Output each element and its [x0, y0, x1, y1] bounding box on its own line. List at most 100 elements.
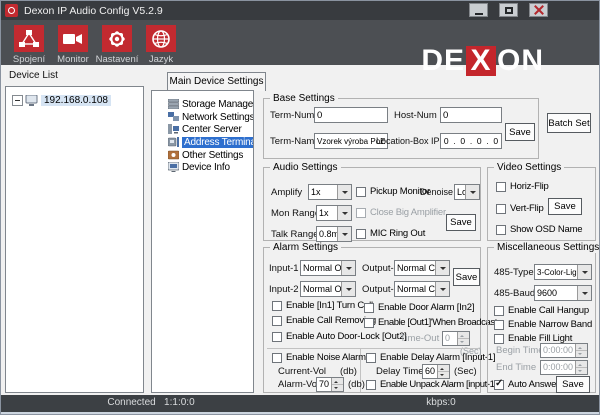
enable-noise-alarm-checkbox[interactable]: Enable Noise Alarm [272, 352, 366, 363]
alarm-save-button[interactable]: Save [453, 268, 480, 286]
chevron-down-icon[interactable] [337, 227, 351, 241]
toolbar-button-monitor[interactable]: Monitor [51, 20, 95, 65]
checkbox-box[interactable] [272, 316, 282, 326]
enable-unpack-alarm-checkbox[interactable]: Enable Unpack Alarm [input-1] [366, 379, 497, 390]
audio-save-button[interactable]: Save [446, 214, 476, 231]
checkbox-box[interactable] [272, 301, 282, 311]
audio-settings-group: Audio Settings Amplify 1x Mon Range 1x T… [263, 167, 481, 241]
tree-item-address-terminal-settings[interactable]: Address Terminal Settings [152, 136, 253, 148]
other-settings-icon [168, 150, 179, 160]
toolbar-label: Spojení [13, 54, 45, 65]
checkbox-box[interactable] [364, 318, 374, 328]
output2-select[interactable]: Normal Close [394, 281, 450, 297]
485-type-select[interactable]: 3-Color-Light [534, 264, 592, 280]
delay-time-spinner[interactable]: 60 [422, 364, 450, 379]
video-settings-group: Video Settings Horiz-Flip Vert-Flip Save… [487, 167, 596, 241]
chevron-down-icon[interactable] [435, 261, 449, 275]
chevron-down-icon[interactable] [337, 185, 351, 199]
tree-item-other-settings[interactable]: Other Settings [152, 149, 253, 161]
close-button[interactable] [529, 3, 548, 17]
mon-range-select[interactable]: 1x [316, 205, 352, 221]
denoise-select[interactable]: Low [454, 184, 480, 200]
checkbox-box[interactable] [496, 204, 506, 214]
batch-set-button[interactable]: Batch Set [547, 113, 591, 133]
enable-narrow-band-checkbox[interactable]: Enable Narrow Band [494, 319, 592, 330]
device-ip[interactable]: 192.168.0.108 [41, 95, 111, 106]
location-box-ip-input[interactable] [440, 133, 502, 149]
toolbar-button-connection[interactable]: Spojení [7, 20, 51, 65]
chevron-down-icon[interactable] [341, 261, 355, 275]
alarm-settings-group: Alarm Settings Input-1 Normal Open Outpu… [263, 247, 481, 393]
spinner-arrows-icon [457, 332, 469, 345]
device-tree-item[interactable]: 192.168.0.108 [12, 95, 111, 106]
enable-auto-door-lock-checkbox[interactable]: Enable Auto Door-Lock [Out2] [272, 331, 407, 342]
alarm-vol-spinner[interactable]: 70 [316, 377, 344, 392]
output1-select[interactable]: Normal Close [394, 260, 450, 276]
checkbox-box[interactable] [356, 187, 366, 197]
vert-flip-checkbox[interactable]: Vert-Flip [496, 203, 544, 214]
video-save-button[interactable]: Save [548, 198, 582, 215]
tree-item-device-info[interactable]: Device Info [152, 161, 253, 173]
collapse-icon[interactable] [12, 95, 23, 106]
chevron-down-icon[interactable] [465, 185, 479, 199]
chevron-down-icon[interactable] [337, 206, 351, 220]
talk-range-select[interactable]: 0.8m [316, 226, 352, 242]
chevron-down-icon[interactable] [341, 282, 355, 296]
enable-out1-broadcast-checkbox[interactable]: Enable [Out1]'When Broadcast [364, 317, 497, 328]
maximize-button[interactable] [499, 3, 518, 17]
auto-answer-checkbox[interactable]: Auto Answer [494, 379, 559, 390]
checkbox-box[interactable] [496, 225, 506, 235]
toolbar-button-language[interactable]: Jazyk [139, 20, 183, 65]
checkbox-label: Enable [Out1]'When Broadcast [378, 317, 497, 328]
enable-in1-turn-call-checkbox[interactable]: Enable [In1] Turn Call [272, 300, 373, 311]
misc-save-button[interactable]: Save [556, 376, 590, 393]
begin-time-label: Begin Time [496, 345, 544, 356]
chevron-down-icon[interactable] [577, 286, 591, 300]
tree-item-center-server[interactable]: Center Server [152, 123, 253, 135]
camera-icon [58, 25, 88, 52]
tree-item-storage-management[interactable]: Storage Management [152, 98, 253, 110]
show-osd-name-checkbox[interactable]: Show OSD Name [496, 224, 582, 235]
tab-main-device-settings[interactable]: Main Device Settings [167, 72, 266, 91]
checkbox-box[interactable] [494, 380, 504, 390]
checkbox-box[interactable] [272, 353, 282, 363]
checkbox-box[interactable] [366, 380, 376, 390]
alarm-vol-label: Alarm-Vol [278, 379, 319, 390]
checkbox-box[interactable] [496, 182, 506, 192]
chevron-down-icon[interactable] [435, 282, 449, 296]
input2-select[interactable]: Normal Open [300, 281, 356, 297]
enable-call-hangup-checkbox[interactable]: Enable Call Hangup [494, 305, 589, 316]
term-num-input[interactable] [314, 107, 388, 123]
horiz-flip-checkbox[interactable]: Horiz-Flip [496, 181, 549, 192]
checkbox-box[interactable] [494, 306, 504, 316]
tree-item-label-selected: Address Terminal Settings [182, 137, 253, 148]
checkbox-label: Show OSD Name [510, 224, 582, 235]
spinner-arrows-icon[interactable] [331, 378, 343, 391]
minimize-button[interactable] [469, 3, 488, 17]
enable-call-removing-checkbox[interactable]: Enable Call Removing [272, 315, 376, 326]
enable-door-alarm-checkbox[interactable]: Enable Door Alarm [In2] [364, 302, 474, 313]
mic-ring-out-checkbox[interactable]: MIC Ring Out [356, 228, 425, 239]
tree-item-network-settings[interactable]: Network Settings [152, 111, 253, 123]
485-baud-select[interactable]: 9600 [534, 285, 592, 301]
checkbox-box[interactable] [494, 320, 504, 330]
input1-select[interactable]: Normal Open [300, 260, 356, 276]
toolbar-button-settings[interactable]: Nastavení [95, 20, 139, 65]
checkbox-box[interactable] [494, 334, 504, 344]
chevron-down-icon[interactable] [577, 265, 591, 279]
term-name-label: Term-Name [270, 136, 320, 147]
dexon-logo: DEXON [421, 44, 544, 77]
spinner-arrows-icon[interactable] [437, 365, 449, 378]
host-num-input[interactable] [440, 107, 502, 123]
checkbox-box[interactable] [356, 229, 366, 239]
amplify-select[interactable]: 1x [308, 184, 352, 200]
checkbox-box[interactable] [272, 332, 282, 342]
delay-time-unit: (Sec) [454, 366, 477, 377]
pickup-monitor-checkbox[interactable]: Pickup Monitor [356, 186, 430, 197]
enable-delay-alarm-checkbox[interactable]: Enable Delay Alarm [Input-1] [366, 352, 495, 363]
base-save-button[interactable]: Save [505, 123, 535, 141]
checkbox-box[interactable] [364, 303, 374, 313]
toolbar-label: Jazyk [149, 54, 173, 65]
input1-label: Input-1 [269, 263, 299, 274]
checkbox-box[interactable] [366, 353, 376, 363]
